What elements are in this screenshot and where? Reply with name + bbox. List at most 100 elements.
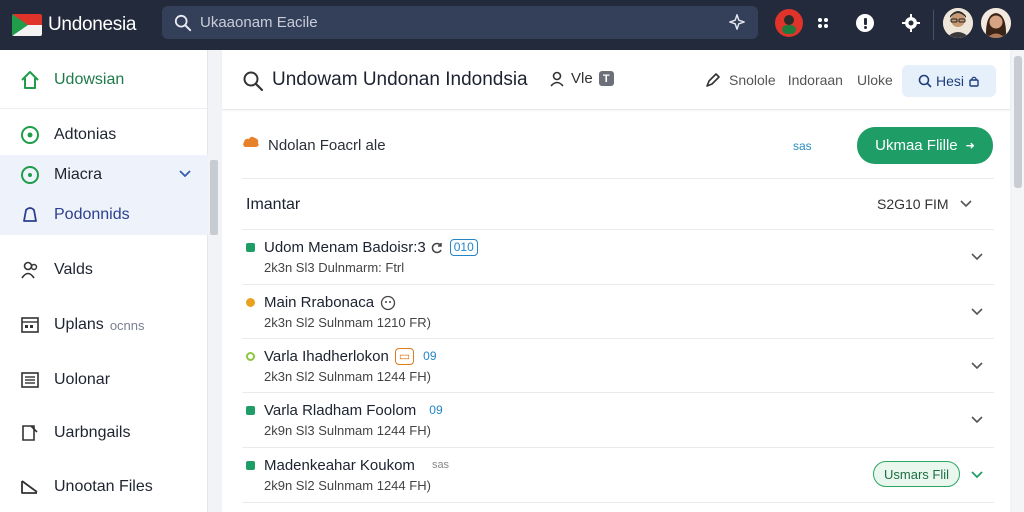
- list-item[interactable]: Main Rrabonaca 2k3n Sl2 Sulnmam 1210 FR): [242, 286, 994, 340]
- chevron-down-icon[interactable]: [970, 305, 984, 319]
- chevron-down-icon: [960, 200, 972, 208]
- user-avatar-1[interactable]: [943, 8, 973, 38]
- owner-chip[interactable]: Vle T: [549, 70, 614, 87]
- item-tag: 09: [429, 403, 443, 417]
- section-link[interactable]: sas: [793, 139, 812, 153]
- search-input[interactable]: [200, 14, 720, 31]
- owner-badge: T: [598, 71, 614, 86]
- sidebar-item-adtonias[interactable]: Adtonias: [0, 115, 208, 155]
- item-desc: 2k3n Sl3 Dulnmarm: Ftrl: [264, 260, 405, 275]
- sidebar-item-label: Unootan Files: [54, 478, 153, 495]
- divider: [242, 447, 994, 448]
- section-header: Ndolan Foacrl ale sas Ukmaa Flille ➜: [242, 127, 994, 164]
- lock-icon: [969, 76, 979, 87]
- sidebar-item-miacra[interactable]: Miacra: [0, 155, 208, 195]
- header-search-button[interactable]: Hesi: [902, 65, 996, 97]
- list-item[interactable]: Varla Rladham Foolom 09 2k9n Sl3 Sulnmam…: [242, 394, 994, 448]
- item-desc: 2k9n Sl3 Sulnmam 1244 FH): [264, 423, 431, 438]
- sidebar-item-label: Udowsian: [54, 71, 125, 88]
- pen-icon: [706, 73, 720, 87]
- list-item[interactable]: Varla Ihadherlokon ▭ 09 2k3n Sl2 Sulnmam…: [242, 340, 994, 394]
- sidebar-item-label: Uarbngails: [54, 424, 131, 441]
- sidebar-item-valds[interactable]: Valds: [0, 250, 208, 290]
- sidebar-item-label: Uolonar: [54, 371, 111, 388]
- chevron-down-icon[interactable]: [970, 250, 984, 264]
- list-icon: [19, 369, 41, 391]
- divider: [242, 392, 994, 393]
- item-tag: 09: [423, 349, 437, 363]
- list-item[interactable]: Madenkeahar Koukom sas 2k9n Sl2 Sulnmam …: [242, 449, 994, 503]
- group-meta[interactable]: S2G10 FIM: [877, 196, 973, 212]
- chevron-down-icon[interactable]: [970, 413, 984, 427]
- sidebar-item-uolonar[interactable]: Uolonar: [0, 360, 208, 400]
- status-badge-label: Usmars Flil: [884, 466, 949, 482]
- notifications-avatar-icon[interactable]: [775, 9, 803, 37]
- app-logo[interactable]: Undonesia: [12, 14, 162, 36]
- divider: [242, 229, 994, 230]
- meta-3: Uloke: [856, 72, 893, 88]
- user-avatar-2[interactable]: [981, 8, 1011, 38]
- folder-icon: [19, 476, 41, 498]
- settings-gear-icon[interactable]: [897, 9, 925, 37]
- chevron-down-icon[interactable]: [970, 468, 984, 482]
- sparkle-icon[interactable]: [728, 13, 746, 31]
- main-scrollbar[interactable]: [1012, 50, 1024, 512]
- scrollbar-thumb[interactable]: [1014, 56, 1022, 188]
- circle-target-icon: [19, 124, 41, 146]
- main-header: Undowam Undonan Indondsia Vle T Snolole …: [222, 50, 1010, 110]
- item-desc: 2k3n Sl2 Sulnmam 1210 FR): [264, 315, 431, 330]
- chevron-down-icon[interactable]: [970, 359, 984, 373]
- user-icon: [550, 71, 564, 87]
- item-flag-icon: ▭: [394, 348, 415, 365]
- item-name-wrap: Varla Rladham Foolom 09: [264, 402, 446, 419]
- list-item[interactable]: Udom Menam Badoisr:3 010 2k3n Sl3 Dulnma…: [242, 231, 994, 285]
- status-dot: [246, 243, 255, 252]
- upload-file-button[interactable]: Ukmaa Flille ➜: [857, 127, 993, 164]
- person-icon: [782, 15, 796, 34]
- status-dot: [246, 298, 255, 307]
- grid-dots-icon[interactable]: [815, 9, 831, 37]
- bell-icon: [19, 204, 41, 226]
- group-title: Imantar: [246, 196, 301, 213]
- sidebar-item-unootan-files[interactable]: Unootan Files: [0, 467, 208, 507]
- clock-icon: [380, 295, 396, 310]
- item-name-wrap: Main Rrabonaca: [264, 294, 396, 311]
- divider: [242, 338, 994, 339]
- sidebar-item-udowsian[interactable]: Udowsian: [0, 60, 208, 100]
- sidebar-scrollbar[interactable]: [210, 160, 218, 235]
- refresh-icon: [431, 242, 442, 253]
- edit-icon: [19, 422, 41, 444]
- divider: [242, 178, 994, 179]
- sidebar-item-sublabel: ocnns: [109, 317, 145, 333]
- sidebar-divider: [0, 108, 208, 109]
- sidebar-item-label: Podonnids: [54, 206, 130, 223]
- item-name: Udom Menam Badoisr:3: [264, 239, 426, 256]
- sidebar-item-uarbngails[interactable]: Uarbngails: [0, 413, 208, 453]
- topbar-divider: [933, 10, 934, 40]
- item-tag: 010: [449, 239, 478, 256]
- compass-icon: [19, 164, 41, 186]
- search-icon: [174, 14, 192, 31]
- item-tag: sas: [431, 459, 450, 471]
- calendar-icon: [19, 314, 41, 336]
- cloud-icon: [243, 136, 259, 147]
- meta-1: Snolole: [729, 72, 776, 88]
- item-name-wrap: Varla Ihadherlokon ▭ 09: [264, 348, 440, 365]
- sidebar: Udowsian Adtonias Miacra Podonnids Valds…: [0, 50, 208, 512]
- sidebar-item-podonnids[interactable]: Podonnids: [0, 195, 208, 235]
- chevron-down-icon[interactable]: [178, 167, 192, 181]
- item-desc: 2k9n Sl2 Sulnmam 1244 FH): [264, 478, 431, 493]
- app-name: Undonesia: [48, 14, 137, 35]
- global-search[interactable]: [162, 6, 758, 39]
- people-icon: [19, 259, 41, 281]
- item-desc: 2k3n Sl2 Sulnmam 1244 FH): [264, 369, 431, 384]
- divider: [242, 284, 994, 285]
- search-icon[interactable]: [242, 70, 264, 92]
- help-icon[interactable]: [851, 9, 879, 37]
- status-badge[interactable]: Usmars Flil: [873, 461, 960, 487]
- owner-label: Vle: [571, 70, 593, 87]
- sidebar-item-uplans[interactable]: Uplans ocnns: [0, 305, 208, 345]
- status-dot: [246, 406, 255, 415]
- upload-label: Ukmaa Flille: [875, 137, 958, 154]
- sidebar-item-label: Adtonias: [54, 126, 117, 143]
